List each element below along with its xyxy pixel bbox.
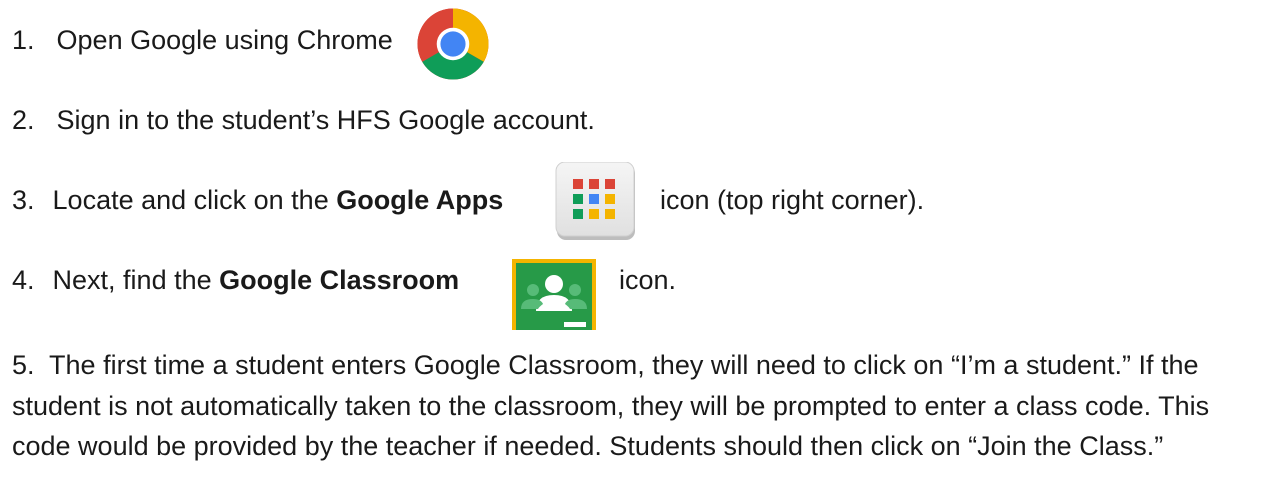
google-classroom-icon (512, 259, 596, 330)
step-5: 5. The first time a student enters Googl… (12, 345, 1257, 467)
step-1: 1. Open Google using Chrome (12, 24, 393, 56)
step-4-text-pre: Next, find the (52, 265, 220, 295)
step-3-number: 3. (12, 185, 35, 215)
step-3: 3. Locate and click on the Google Apps (12, 184, 503, 216)
step-3-suffix: icon (top right corner). (660, 184, 924, 216)
step-4: 4. Next, find the Google Classroom (12, 264, 459, 296)
google-classroom-label: Google Classroom (219, 265, 460, 295)
step-2-number: 2. (12, 105, 35, 135)
step-3-text-post: icon (top right corner). (660, 185, 925, 215)
chrome-icon (417, 8, 489, 80)
step-5-text: The first time a student enters Google C… (12, 350, 1210, 461)
google-apps-icon (555, 161, 637, 242)
step-4-number: 4. (12, 265, 35, 295)
step-4-text-post: icon. (619, 265, 677, 295)
step-1-number: 1. (12, 25, 35, 55)
step-5-number: 5. (12, 350, 35, 380)
step-3-text-pre: Locate and click on the (52, 185, 337, 215)
step-2: 2. Sign in to the student’s HFS Google ac… (12, 104, 595, 136)
step-1-text: Open Google using Chrome (56, 25, 393, 55)
step-2-text: Sign in to the student’s HFS Google acco… (56, 105, 595, 135)
step-4-suffix: icon. (619, 264, 676, 296)
google-apps-label: Google Apps (336, 185, 504, 215)
